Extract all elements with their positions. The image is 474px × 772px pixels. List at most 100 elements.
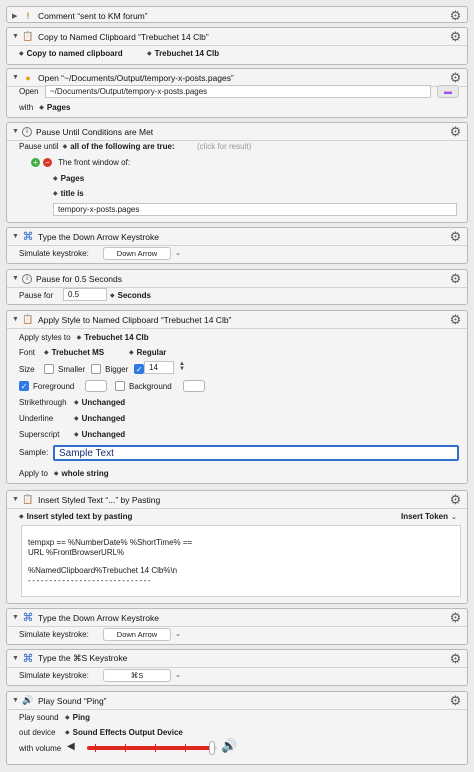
clipboard-popup[interactable]: ◆ Trebuchet 14 Clb (147, 49, 219, 58)
styled-text-editor[interactable]: tempxp == %NumberDate% %ShortTime% == UR… (21, 525, 461, 597)
chevron-down-icon[interactable]: ⌄ (175, 671, 181, 679)
disclosure-icon[interactable]: ▼ (12, 496, 22, 503)
copy-mode-popup[interactable]: ◆ Copy to named clipboard (19, 49, 123, 58)
apply-style-action[interactable]: ▼ 📋 Apply Style to Named Clipboard “Treb… (6, 310, 468, 484)
superscript-label: Superscript (19, 430, 60, 439)
down-arrow-header[interactable]: ▼ ⌘ Type the Down Arrow Keystroke (7, 228, 467, 245)
sound-popup[interactable]: ◆ Ping (65, 713, 90, 722)
disclosure-icon[interactable]: ▼ (12, 233, 22, 240)
superscript-popup[interactable]: ◆ Unchanged (74, 430, 125, 439)
command-key-icon: ⌘ (22, 231, 34, 243)
disclosure-icon[interactable]: ▼ (12, 655, 22, 662)
gear-icon[interactable]: ⚙ (449, 652, 462, 665)
gear-icon[interactable]: ⚙ (449, 125, 462, 138)
font-weight-popup[interactable]: ◆ Regular (129, 348, 166, 357)
background-color-well[interactable] (183, 380, 205, 392)
volume-tick (125, 744, 126, 752)
font-popup[interactable]: ◆ Trebuchet MS (44, 348, 104, 357)
open-header[interactable]: ▼ ● Open “~/Documents/Output/tempory-x-p… (7, 69, 467, 86)
clock-icon: i (22, 273, 32, 284)
copy-header[interactable]: ▼ 📋 Copy to Named Clipboard “Trebuchet 1… (7, 28, 467, 45)
insert-mode-popup[interactable]: ◆ Insert styled text by pasting (19, 512, 132, 521)
comment-action[interactable]: ▶ ! Comment “sent to KM forum” ⚙ (6, 6, 468, 23)
background-checkbox[interactable] (115, 381, 125, 391)
size-checkbox[interactable]: ✓ (134, 364, 145, 374)
condition-mode-popup[interactable]: ◆ all of the following are true: (63, 142, 175, 151)
gear-icon[interactable]: ⚙ (449, 272, 462, 285)
comment-icon: ! (26, 10, 30, 21)
down-arrow-action[interactable]: ▼ ⌘ Type the Down Arrow Keystroke ⚙ Simu… (6, 227, 468, 264)
pause-until-header[interactable]: ▼ i Pause Until Conditions are Met (7, 123, 467, 140)
condition-test-popup[interactable]: ◆ title is (53, 189, 84, 198)
disclosure-icon[interactable]: ▼ (12, 275, 22, 282)
pause-until-action[interactable]: ▼ i Pause Until Conditions are Met ⚙ Pau… (6, 122, 468, 223)
smaller-checkbox[interactable] (44, 364, 54, 374)
down-arrow-header[interactable]: ▼ ⌘ Type the Down Arrow Keystroke (7, 609, 467, 626)
pause-header[interactable]: ▼ i Pause for 0.5 Seconds (7, 270, 467, 287)
gear-icon[interactable]: ⚙ (449, 230, 462, 243)
sample-text-preview: Sample Text (53, 445, 459, 461)
foreground-checkbox[interactable]: ✓ (19, 381, 29, 391)
condition-label: The front window of: (58, 158, 131, 167)
add-condition-icon[interactable]: + (31, 158, 40, 167)
bigger-checkbox[interactable] (91, 364, 102, 374)
condition-value-field[interactable]: tempory-x-posts.pages (53, 203, 457, 216)
gear-icon[interactable]: ⚙ (449, 313, 462, 326)
down-arrow-action-2[interactable]: ▼ ⌘ Type the Down Arrow Keystroke ⚙ Simu… (6, 608, 468, 645)
comment-header[interactable]: ▶ ! Comment “sent to KM forum” (7, 7, 467, 24)
gear-icon[interactable]: ⚙ (449, 493, 462, 506)
copy-clipboard-action[interactable]: ▼ 📋 Copy to Named Clipboard “Trebuchet 1… (6, 27, 468, 65)
gear-icon[interactable]: ⚙ (449, 694, 462, 707)
keystroke-field[interactable]: Down Arrow (103, 247, 171, 260)
font-size-field[interactable]: 14 (144, 361, 174, 374)
cmd-s-action[interactable]: ▼ ⌘ Type the ⌘S Keystroke ⚙ Simulate key… (6, 649, 468, 686)
disclosure-icon[interactable]: ▼ (12, 697, 22, 704)
apply-to-popup[interactable]: ◆ whole string (54, 469, 109, 478)
keystroke-field[interactable]: Down Arrow (103, 628, 171, 641)
play-sound-header[interactable]: ▼ 🔊 Play Sound “Ping” (7, 692, 467, 709)
disclosure-icon[interactable]: ▶ (12, 12, 22, 20)
result-hint[interactable]: (click for result) (197, 142, 251, 151)
time-unit-popup[interactable]: ◆ Seconds (110, 291, 151, 300)
cmd-s-header[interactable]: ▼ ⌘ Type the ⌘S Keystroke (7, 650, 467, 667)
chevron-down-icon[interactable]: ⌄ (175, 249, 181, 257)
gear-icon[interactable]: ⚙ (449, 9, 462, 22)
action-title: Pause for 0.5 Seconds (36, 273, 123, 284)
size-stepper[interactable]: ▲ ▼ (179, 361, 185, 372)
folder-icon[interactable]: ▬ (437, 85, 459, 98)
play-sound-action[interactable]: ▼ 🔊 Play Sound “Ping” ⚙ Play sound ◆ Ping… (6, 691, 468, 765)
disclosure-icon[interactable]: ▼ (12, 74, 22, 81)
apply-style-header[interactable]: ▼ 📋 Apply Style to Named Clipboard “Treb… (7, 311, 467, 328)
open-file-action[interactable]: ▼ ● Open “~/Documents/Output/tempory-x-p… (6, 68, 468, 118)
style-clipboard-popup[interactable]: ◆ Trebuchet 14 Clb (77, 333, 149, 342)
output-device-popup[interactable]: ◆ Sound Effects Output Device (65, 728, 183, 737)
underline-popup[interactable]: ◆ Unchanged (74, 414, 125, 423)
remove-condition-icon[interactable]: − (43, 158, 52, 167)
speaker-low-icon: ◀ (67, 741, 75, 752)
gear-icon[interactable]: ⚙ (449, 30, 462, 43)
volume-fill (87, 746, 212, 750)
gear-icon[interactable]: ⚙ (449, 71, 462, 84)
speaker-icon: 🔊 (22, 695, 34, 705)
path-field[interactable]: ~/Documents/Output/tempory-x-posts.pages (45, 85, 431, 98)
with-label: with (19, 103, 34, 112)
insert-text-action[interactable]: ▼ 📋 Insert Styled Text “...” by Pasting … (6, 490, 468, 604)
pause-action[interactable]: ▼ i Pause for 0.5 Seconds ⚙ Pause for 0.… (6, 269, 468, 305)
gear-icon[interactable]: ⚙ (449, 611, 462, 624)
disclosure-icon[interactable]: ▼ (12, 128, 22, 135)
application-popup[interactable]: ◆ Pages (39, 103, 70, 112)
disclosure-icon[interactable]: ▼ (12, 614, 22, 621)
condition-app-popup[interactable]: ◆ Pages (53, 174, 84, 183)
strikethrough-popup[interactable]: ◆ Unchanged (74, 398, 125, 407)
keystroke-field[interactable]: ⌘S (103, 669, 171, 682)
disclosure-icon[interactable]: ▼ (12, 33, 22, 40)
volume-slider[interactable] (87, 741, 217, 755)
disclosure-icon[interactable]: ▼ (12, 316, 22, 323)
pause-seconds-field[interactable]: 0.5 (63, 288, 107, 301)
foreground-color-well[interactable] (85, 380, 107, 392)
strikethrough-label: Strikethrough (19, 398, 67, 407)
chevron-down-icon[interactable]: ⌄ (175, 630, 181, 638)
volume-knob[interactable] (208, 741, 215, 755)
insert-text-header[interactable]: ▼ 📋 Insert Styled Text “...” by Pasting (7, 491, 467, 508)
insert-token-button[interactable]: Insert Token ⌄ (401, 512, 457, 521)
